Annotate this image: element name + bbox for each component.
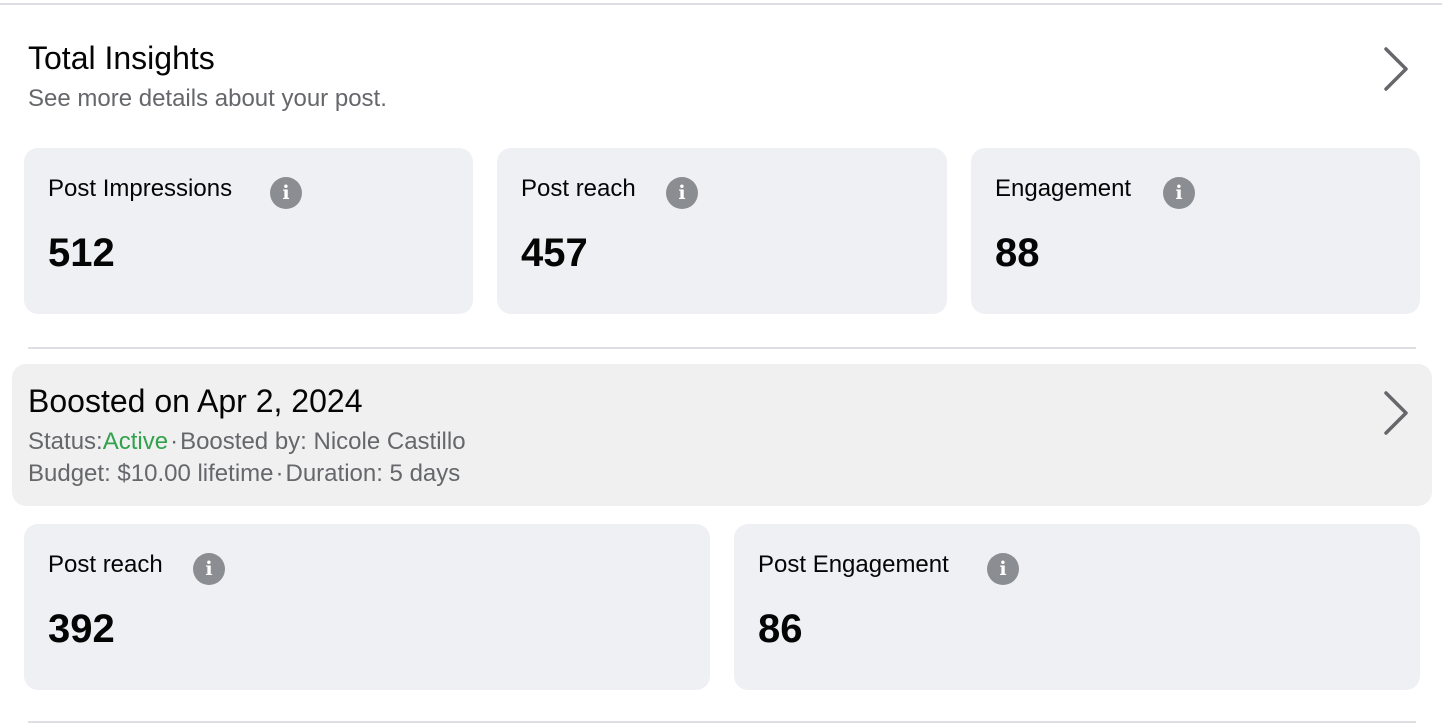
boost-metric-card-post-engagement[interactable]: Post Engagement i 86 xyxy=(734,524,1420,690)
status-label: Status: xyxy=(28,428,103,455)
boost-chevron-icon[interactable] xyxy=(1376,388,1416,438)
info-icon[interactable]: i xyxy=(987,553,1019,585)
metric-label: Post Engagement xyxy=(758,551,949,578)
separator-dot: · xyxy=(170,428,179,455)
metric-value: 88 xyxy=(995,231,1040,275)
metric-label: Post Impressions xyxy=(48,175,233,202)
duration: Duration: 5 days xyxy=(285,460,461,487)
info-icon[interactable]: i xyxy=(193,553,225,585)
metric-value: 512 xyxy=(48,231,115,275)
metric-card-post-impressions[interactable]: Post Impressions i 512 xyxy=(24,148,473,314)
metric-card-post-reach[interactable]: Post reach i 457 xyxy=(497,148,947,314)
info-icon[interactable]: i xyxy=(1163,177,1195,209)
total-insights-subtitle: See more details about your post. xyxy=(28,85,387,112)
section-divider xyxy=(28,347,1416,349)
boost-title: Boosted on Apr 2, 2024 xyxy=(28,383,363,419)
boosted-by: Boosted by: Nicole Castillo xyxy=(180,428,466,455)
metric-label: Post reach xyxy=(521,175,636,202)
metric-value: 392 xyxy=(48,607,115,651)
bottom-divider xyxy=(28,721,1416,723)
metric-label: Post reach xyxy=(48,551,163,578)
boost-status-line: Status:Active·Boosted by: Nicole Castill… xyxy=(28,427,466,457)
metric-value: 457 xyxy=(521,231,588,275)
boost-summary-panel[interactable]: Boosted on Apr 2, 2024 Status:Active·Boo… xyxy=(12,364,1432,506)
metric-label: Engagement xyxy=(995,175,1132,202)
budget: Budget: $10.00 lifetime xyxy=(28,460,274,487)
info-icon[interactable]: i xyxy=(666,177,698,209)
info-icon[interactable]: i xyxy=(270,177,302,209)
metric-value: 86 xyxy=(758,607,803,651)
metric-card-engagement[interactable]: Engagement i 88 xyxy=(971,148,1420,314)
top-divider xyxy=(0,3,1442,5)
total-insights-chevron-icon[interactable] xyxy=(1376,44,1416,94)
separator-dot: · xyxy=(275,460,284,487)
status-value: Active xyxy=(102,428,169,455)
boost-budget-line: Budget: $10.00 lifetime·Duration: 5 days xyxy=(28,459,460,489)
total-insights-title: Total Insights xyxy=(28,40,215,76)
boost-metric-card-post-reach[interactable]: Post reach i 392 xyxy=(24,524,710,690)
